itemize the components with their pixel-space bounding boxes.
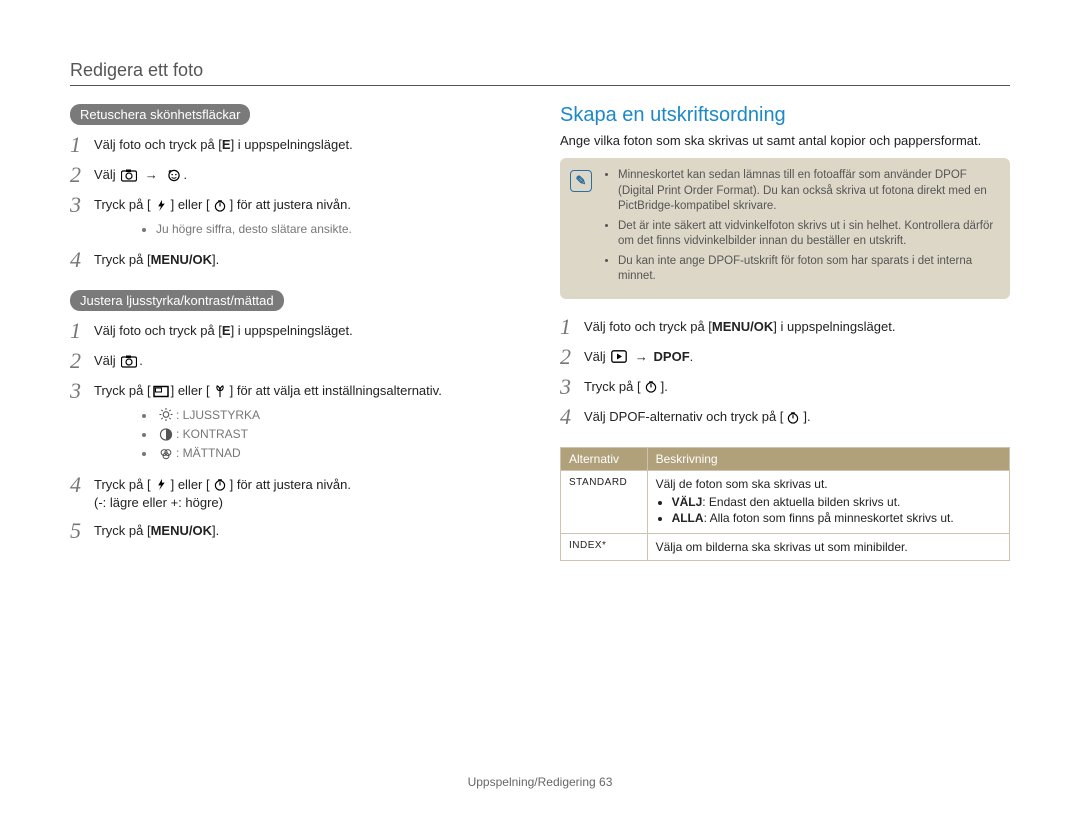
step-number: 2 xyxy=(70,163,94,187)
cell-option: STANDARD xyxy=(561,471,648,534)
step-body: Tryck på [MENU/OK]. xyxy=(94,519,219,540)
cell-description: Välj de foton som ska skrivas ut.VÄLJ: E… xyxy=(647,471,1009,534)
flash-icon xyxy=(153,197,169,215)
th-description: Beskrivning xyxy=(647,448,1009,471)
note-icon: ✎ xyxy=(570,170,592,192)
sub-bullet: Ju högre siffra, desto slätare ansikte. xyxy=(156,221,352,238)
note-box: ✎ Minneskortet kan sedan lämnas till en … xyxy=(560,158,1010,299)
step-body: Välj → DPOF. xyxy=(584,345,693,367)
step: 1Välj foto och tryck på [E] i uppspelnin… xyxy=(70,133,520,157)
steps-adjust: 1Välj foto och tryck på [E] i uppspelnin… xyxy=(70,319,520,543)
timer-icon xyxy=(212,197,228,215)
footer-page: 63 xyxy=(599,775,612,789)
step-body: Välj DPOF-alternativ och tryck på []. xyxy=(584,405,811,427)
timer-icon xyxy=(212,476,228,494)
step-body: Välj foto och tryck på [E] i uppspelning… xyxy=(94,133,353,154)
step-number: 1 xyxy=(70,133,94,157)
step-body: Tryck på [] eller [] för att justera niv… xyxy=(94,473,351,513)
contrast-icon xyxy=(158,427,174,444)
step: 2Välj → DPOF. xyxy=(560,345,1010,369)
page-title: Redigera ett foto xyxy=(70,60,1010,81)
note-item: Minneskortet kan sedan lämnas till en fo… xyxy=(618,168,996,215)
step: 1Välj foto och tryck på [E] i uppspelnin… xyxy=(70,319,520,343)
step-number: 3 xyxy=(70,379,94,403)
sun-icon xyxy=(158,407,174,424)
step-body: Välj → . xyxy=(94,163,187,185)
table-row: STANDARDVälj de foton som ska skrivas ut… xyxy=(561,471,1010,534)
pill-retouch: Retuschera skönhetsfläckar xyxy=(70,104,250,125)
step-number: 2 xyxy=(70,349,94,373)
step: 4Välj DPOF-alternativ och tryck på []. xyxy=(560,405,1010,429)
disp-icon xyxy=(153,383,169,401)
note-item: Du kan inte ange DPOF-utskrift för foton… xyxy=(618,254,996,285)
macro-icon xyxy=(212,383,228,401)
step-number: 5 xyxy=(70,519,94,543)
th-option: Alternativ xyxy=(561,448,648,471)
desc-item: VÄLJ: Endast den aktuella bilden skrivs … xyxy=(672,495,1001,509)
step-sub-bullets: Ju högre siffra, desto slätare ansikte. xyxy=(116,221,352,238)
step: 3Tryck på [] eller [] för att justera ni… xyxy=(70,193,520,241)
footer-section: Uppspelning/Redigering xyxy=(468,775,596,789)
step-number: 4 xyxy=(560,405,584,429)
sub-bullet: : MÄTTNAD xyxy=(156,445,442,462)
play-icon xyxy=(611,348,627,366)
table-row: INDEX*Välja om bilderna ska skrivas ut s… xyxy=(561,534,1010,561)
desc-item: ALLA: Alla foton som finns på minneskort… xyxy=(672,511,1001,525)
cell-option: INDEX* xyxy=(561,534,648,561)
timer-icon xyxy=(643,378,659,396)
title-rule xyxy=(70,85,1010,86)
steps-retouch: 1Välj foto och tryck på [E] i uppspelnin… xyxy=(70,133,520,272)
note-item: Det är inte säkert att vidvinkelfoton sk… xyxy=(618,219,996,250)
step-number: 1 xyxy=(70,319,94,343)
cell-description: Välja om bilderna ska skrivas ut som min… xyxy=(647,534,1009,561)
timer-icon xyxy=(785,409,801,427)
step: 2Välj → . xyxy=(70,163,520,187)
step-body: Välj foto och tryck på [MENU/OK] i uppsp… xyxy=(584,315,895,336)
step-number: 1 xyxy=(560,315,584,339)
step-number: 3 xyxy=(560,375,584,399)
options-table: Alternativ Beskrivning STANDARDVälj de f… xyxy=(560,447,1010,561)
sat-icon xyxy=(158,446,174,463)
pill-adjust: Justera ljusstyrka/kontrast/mättad xyxy=(70,290,284,311)
step-body: Tryck på []. xyxy=(584,375,668,397)
sub-bullet: : LJUSSTYRKA xyxy=(156,407,442,424)
step-number: 4 xyxy=(70,473,94,497)
step: 2Välj . xyxy=(70,349,520,373)
page-footer: Uppspelning/Redigering 63 xyxy=(0,775,1080,789)
photo-icon xyxy=(121,353,137,371)
section-title-dpof: Skapa en utskriftsordning xyxy=(560,104,1010,127)
sub-bullet: : KONTRAST xyxy=(156,426,442,443)
step-body: Tryck på [] eller [] för att välja ett i… xyxy=(94,379,442,466)
left-column: Retuschera skönhetsfläckar 1Välj foto oc… xyxy=(70,104,520,561)
flash-icon xyxy=(153,476,169,494)
step: 3Tryck på []. xyxy=(560,375,1010,399)
step: 1Välj foto och tryck på [MENU/OK] i upps… xyxy=(560,315,1010,339)
photo-icon xyxy=(121,167,137,185)
step-number: 4 xyxy=(70,248,94,272)
steps-dpof: 1Välj foto och tryck på [MENU/OK] i upps… xyxy=(560,315,1010,430)
step-body: Välj . xyxy=(94,349,143,371)
right-column: Skapa en utskriftsordning Ange vilka fot… xyxy=(560,104,1010,561)
step: 5Tryck på [MENU/OK]. xyxy=(70,519,520,543)
step-body: Välj foto och tryck på [E] i uppspelning… xyxy=(94,319,353,340)
step: 4Tryck på [] eller [] för att justera ni… xyxy=(70,473,520,513)
step-number: 2 xyxy=(560,345,584,369)
dpof-intro: Ange vilka foton som ska skrivas ut samt… xyxy=(560,133,1010,148)
step: 3Tryck på [] eller [] för att välja ett … xyxy=(70,379,520,466)
step-body: Tryck på [MENU/OK]. xyxy=(94,248,219,269)
face-icon xyxy=(166,167,182,185)
step-sub-bullets: : LJUSSTYRKA : KONTRAST : MÄTTNAD xyxy=(116,407,442,463)
step-number: 3 xyxy=(70,193,94,217)
step: 4Tryck på [MENU/OK]. xyxy=(70,248,520,272)
step-body: Tryck på [] eller [] för att justera niv… xyxy=(94,193,352,241)
